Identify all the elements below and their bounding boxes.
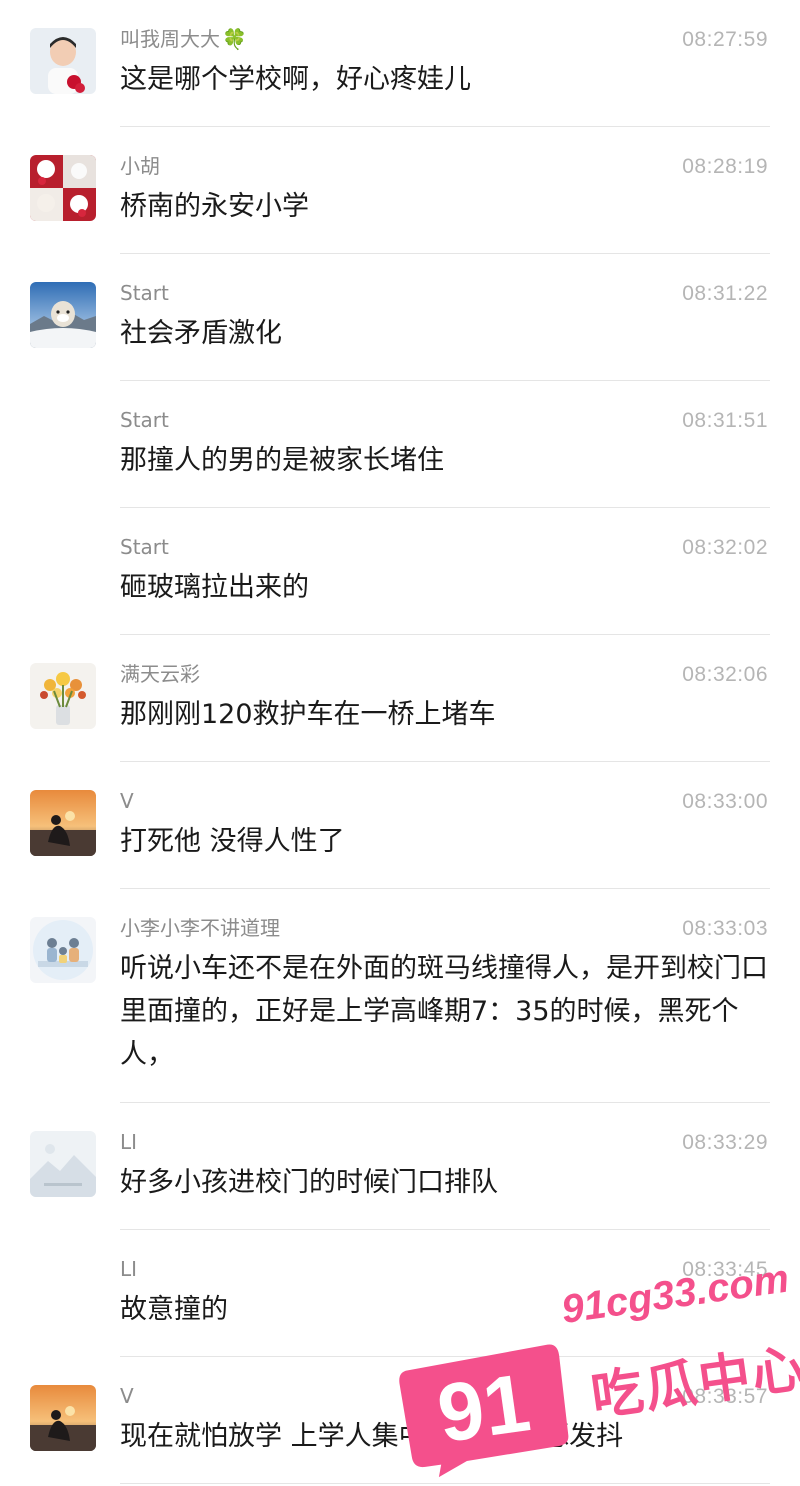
- list-item[interactable]: Start 08:31:51 那撞人的男的是被家长堵住: [0, 381, 800, 508]
- sender-name: Start: [120, 281, 169, 305]
- message-time: 08:28:19: [682, 155, 768, 178]
- message-text: 听说小车还不是在外面的斑马线撞得人，是开到校门口里面撞的，正好是上学高峰期7：3…: [120, 953, 768, 1070]
- message-text: 故意撞的: [120, 1294, 228, 1325]
- plush-toy-avatar[interactable]: [30, 155, 96, 221]
- list-item[interactable]: V 08:33:57 现在就怕放学 上学人集中的时候 瑟瑟发抖: [0, 1357, 800, 1486]
- message-time: 08:27:59: [682, 28, 768, 51]
- message-text: 好多小孩进校门的时候门口排队: [120, 1167, 498, 1198]
- sender-name: 满天云彩: [120, 662, 200, 686]
- sender-name: V: [120, 789, 134, 813]
- message-text: 社会矛盾激化: [120, 318, 282, 349]
- sunset-person-avatar[interactable]: [30, 790, 96, 856]
- sender-name: 叫我周大大 🍀: [120, 27, 247, 51]
- list-item[interactable]: LI 08:33:45 故意撞的: [0, 1230, 800, 1357]
- list-item[interactable]: Start 08:31:22 社会矛盾激化: [0, 254, 800, 381]
- list-item[interactable]: 小李小李不讲道理 08:33:03 听说小车还不是在外面的斑马线撞得人，是开到校…: [0, 889, 800, 1103]
- list-item[interactable]: 叫我周大大 🍀 08:27:59 这是哪个学校啊，好心疼娃儿: [0, 0, 800, 127]
- landscape-placeholder-avatar[interactable]: [30, 1131, 96, 1197]
- message-time: 08:32:06: [682, 663, 768, 686]
- message-time: 08:31:22: [682, 282, 768, 305]
- clover-icon: 🍀: [222, 27, 247, 51]
- message-text: 现在就怕放学 上学人集中的时候 瑟瑟发抖: [120, 1421, 624, 1452]
- family-avatar[interactable]: [30, 917, 96, 983]
- message-text: 砸玻璃拉出来的: [120, 572, 309, 603]
- message-text: 桥南的永安小学: [120, 191, 309, 222]
- snow-dog-avatar[interactable]: [30, 282, 96, 348]
- message-text: 打死他 没得人性了: [120, 826, 345, 857]
- flowers-avatar[interactable]: [30, 663, 96, 729]
- message-time: 08:32:02: [682, 536, 768, 559]
- sender-name: V: [120, 1384, 134, 1408]
- sender-name: 小李小李不讲道理: [120, 916, 280, 940]
- message-time: 08:31:51: [682, 409, 768, 432]
- message-time: 08:33:00: [682, 790, 768, 813]
- message-text: 那刚刚120救护车在一桥上堵车: [120, 699, 496, 730]
- sender-name: Start: [120, 408, 169, 432]
- message-text: 这是哪个学校啊，好心疼娃儿: [120, 64, 471, 95]
- sender-name: LI: [120, 1130, 138, 1154]
- list-item[interactable]: LI 08:33:29 好多小孩进校门的时候门口排队: [0, 1103, 800, 1230]
- message-text: 那撞人的男的是被家长堵住: [120, 445, 444, 476]
- sunset-person-avatar[interactable]: [30, 1385, 96, 1451]
- sender-name: 小胡: [120, 154, 160, 178]
- child-avatar[interactable]: [30, 28, 96, 94]
- list-item[interactable]: 小胡 08:28:19 桥南的永安小学: [0, 127, 800, 254]
- list-item[interactable]: Start 08:32:02 砸玻璃拉出来的: [0, 508, 800, 635]
- divider: [120, 1483, 770, 1484]
- sender-name: LI: [120, 1257, 138, 1281]
- list-item[interactable]: V 08:33:00 打死他 没得人性了: [0, 762, 800, 889]
- message-time: 08:33:03: [682, 917, 768, 940]
- message-time: 08:33:45: [682, 1258, 768, 1281]
- list-item[interactable]: 满天云彩 08:32:06 那刚刚120救护车在一桥上堵车: [0, 635, 800, 762]
- sender-name: Start: [120, 535, 169, 559]
- message-time: 08:33:29: [682, 1131, 768, 1154]
- message-time: 08:33:57: [682, 1385, 768, 1408]
